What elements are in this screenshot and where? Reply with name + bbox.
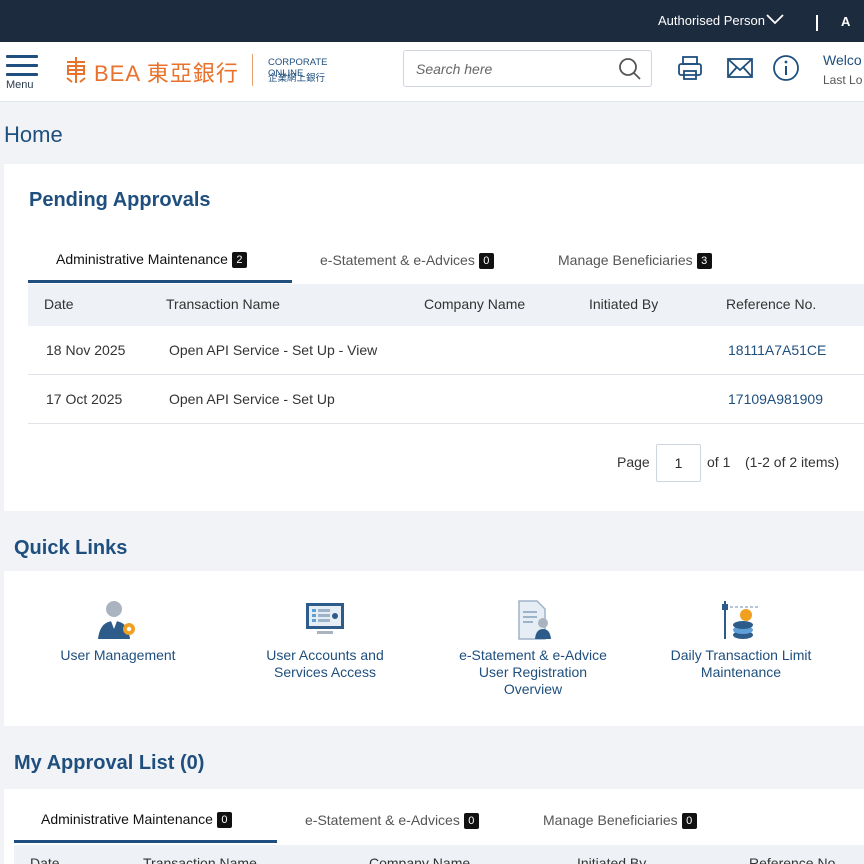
quick-link-label: Services Access <box>274 664 376 680</box>
welcome-text: Welco <box>823 52 862 68</box>
column-header-initiated-by[interactable]: Initiated By <box>577 855 646 864</box>
column-header-date[interactable]: Date <box>44 296 74 312</box>
tab-administrative-maintenance[interactable]: Administrative Maintenance 2 <box>56 251 247 268</box>
column-header-initiated-by[interactable]: Initiated By <box>589 296 658 312</box>
quick-links-title: Quick Links <box>14 537 128 559</box>
pending-approvals-title: Pending Approvals <box>29 189 211 211</box>
mail-icon[interactable] <box>726 54 754 82</box>
bea-logo-text: BEA 東亞銀行 <box>94 61 239 86</box>
pending-approvals-card: Pending Approvals Administrative Mainten… <box>4 164 864 511</box>
quick-link-label: User Management <box>60 647 176 663</box>
cell-reference-link[interactable]: 18111A7A51CE <box>728 342 826 358</box>
menu-label: Menu <box>6 79 34 91</box>
logo-divider <box>252 54 253 86</box>
last-login-text: Last Lo <box>823 73 863 87</box>
tab-label: e-Statement & e-Advices <box>305 812 460 828</box>
monitor-list-icon <box>306 603 344 634</box>
quick-link-daily-transaction-limit[interactable]: Daily Transaction Limit Maintenance <box>656 599 826 681</box>
tab-label: Manage Beneficiaries <box>558 252 693 268</box>
quick-link-user-management[interactable]: User Management <box>38 599 198 664</box>
corporate-online-zh: 企業網上銀行 <box>268 73 326 84</box>
hamburger-icon <box>6 55 38 58</box>
tab-count-badge: 0 <box>216 812 232 828</box>
hamburger-icon-bar <box>6 73 38 76</box>
quick-link-label: Maintenance <box>700 664 782 680</box>
cell-date: 18 Nov 2025 <box>46 342 126 358</box>
column-header-company-name[interactable]: Company Name <box>424 296 525 312</box>
quick-link-label: User Registration <box>478 664 588 680</box>
active-tab-indicator <box>28 280 292 283</box>
column-header-transaction-name[interactable]: Transaction Name <box>143 855 257 864</box>
quick-link-user-accounts[interactable]: User Accounts and Services Access <box>245 599 405 681</box>
document-user-icon <box>518 600 551 640</box>
quick-link-label: e-Statement & e-Advice <box>459 647 607 663</box>
column-header-transaction-name[interactable]: Transaction Name <box>166 296 280 312</box>
pager-total-pages: of 1 <box>707 454 731 470</box>
quick-link-label: Daily Transaction Limit <box>670 647 812 663</box>
column-header-reference-no[interactable]: Reference No. <box>726 296 816 312</box>
tab-count-badge: 0 <box>681 813 697 829</box>
page-number-input[interactable]: 1 <box>656 444 701 482</box>
column-header-company-name[interactable]: Company Name <box>369 855 470 864</box>
language-toggle[interactable]: A <box>841 14 850 29</box>
tab-count-badge: 0 <box>463 813 479 829</box>
cell-date: 17 Oct 2025 <box>46 391 123 407</box>
bea-emblem-icon <box>66 57 86 83</box>
quick-link-label: Overview <box>503 681 563 697</box>
hamburger-icon-bar <box>6 64 38 67</box>
coins-limit-icon <box>722 601 759 639</box>
authorised-person-label[interactable]: Authorised Person <box>658 13 765 28</box>
tab-label: Administrative Maintenance <box>56 251 228 267</box>
quick-link-e-statement-registration[interactable]: e-Statement & e-Advice User Registration… <box>448 599 618 698</box>
page-title: Home <box>4 122 63 147</box>
search-icon[interactable] <box>618 57 642 81</box>
quick-links-card: User Management User Accounts and Servic… <box>4 571 864 726</box>
tab-label: Administrative Maintenance <box>41 811 213 827</box>
header: Menu BEA 東亞銀行 CORPORATE ONLINE 企業網上銀行 We… <box>0 42 864 102</box>
search-box <box>403 50 652 87</box>
top-bar: Authorised Person A <box>0 0 864 42</box>
quick-link-label: User Accounts and <box>266 647 384 663</box>
column-header-date[interactable]: Date <box>30 855 60 864</box>
column-header-reference-no[interactable]: Reference No. <box>749 855 839 864</box>
tab-manage-beneficiaries[interactable]: Manage Beneficiaries 0 <box>543 812 697 829</box>
topbar-divider <box>816 15 818 31</box>
print-icon[interactable] <box>676 54 704 82</box>
info-icon[interactable] <box>772 54 800 82</box>
tab-label: e-Statement & e-Advices <box>320 252 475 268</box>
pager-page-label: Page <box>617 454 650 470</box>
cell-transaction-name: Open API Service - Set Up - View <box>169 342 378 358</box>
tab-count-badge: 2 <box>231 252 247 268</box>
my-approval-list-title: My Approval List (0) <box>14 752 205 774</box>
my-approval-list-card: Administrative Maintenance 0 e-Statement … <box>4 789 864 864</box>
tab-manage-beneficiaries[interactable]: Manage Beneficiaries 3 <box>558 252 712 269</box>
menu-button[interactable]: Menu <box>4 52 40 92</box>
table-header: Date Transaction Name Company Name Initi… <box>14 845 864 864</box>
tab-e-statement[interactable]: e-Statement & e-Advices 0 <box>305 812 479 829</box>
cell-transaction-name: Open API Service - Set Up <box>169 391 335 407</box>
active-tab-indicator <box>14 840 277 843</box>
cell-reference-link[interactable]: 17109A981909 <box>728 391 823 407</box>
tab-count-badge: 3 <box>696 253 712 269</box>
tab-e-statement[interactable]: e-Statement & e-Advices 0 <box>320 252 494 269</box>
tab-label: Manage Beneficiaries <box>543 812 678 828</box>
chevron-down-icon[interactable] <box>766 13 784 25</box>
table-row[interactable]: 17 Oct 2025 Open API Service - Set Up 17… <box>28 375 864 424</box>
user-gear-icon <box>98 601 135 639</box>
table-header: Date Transaction Name Company Name Initi… <box>28 284 864 326</box>
tab-count-badge: 0 <box>478 253 494 269</box>
search-input[interactable] <box>416 57 612 81</box>
bea-logo[interactable]: BEA 東亞銀行 CORPORATE ONLINE 企業網上銀行 <box>64 54 364 88</box>
pager-items-count: (1-2 of 2 items) <box>745 454 840 470</box>
tab-administrative-maintenance[interactable]: Administrative Maintenance 0 <box>41 811 232 828</box>
table-row[interactable]: 18 Nov 2025 Open API Service - Set Up - … <box>28 326 864 375</box>
